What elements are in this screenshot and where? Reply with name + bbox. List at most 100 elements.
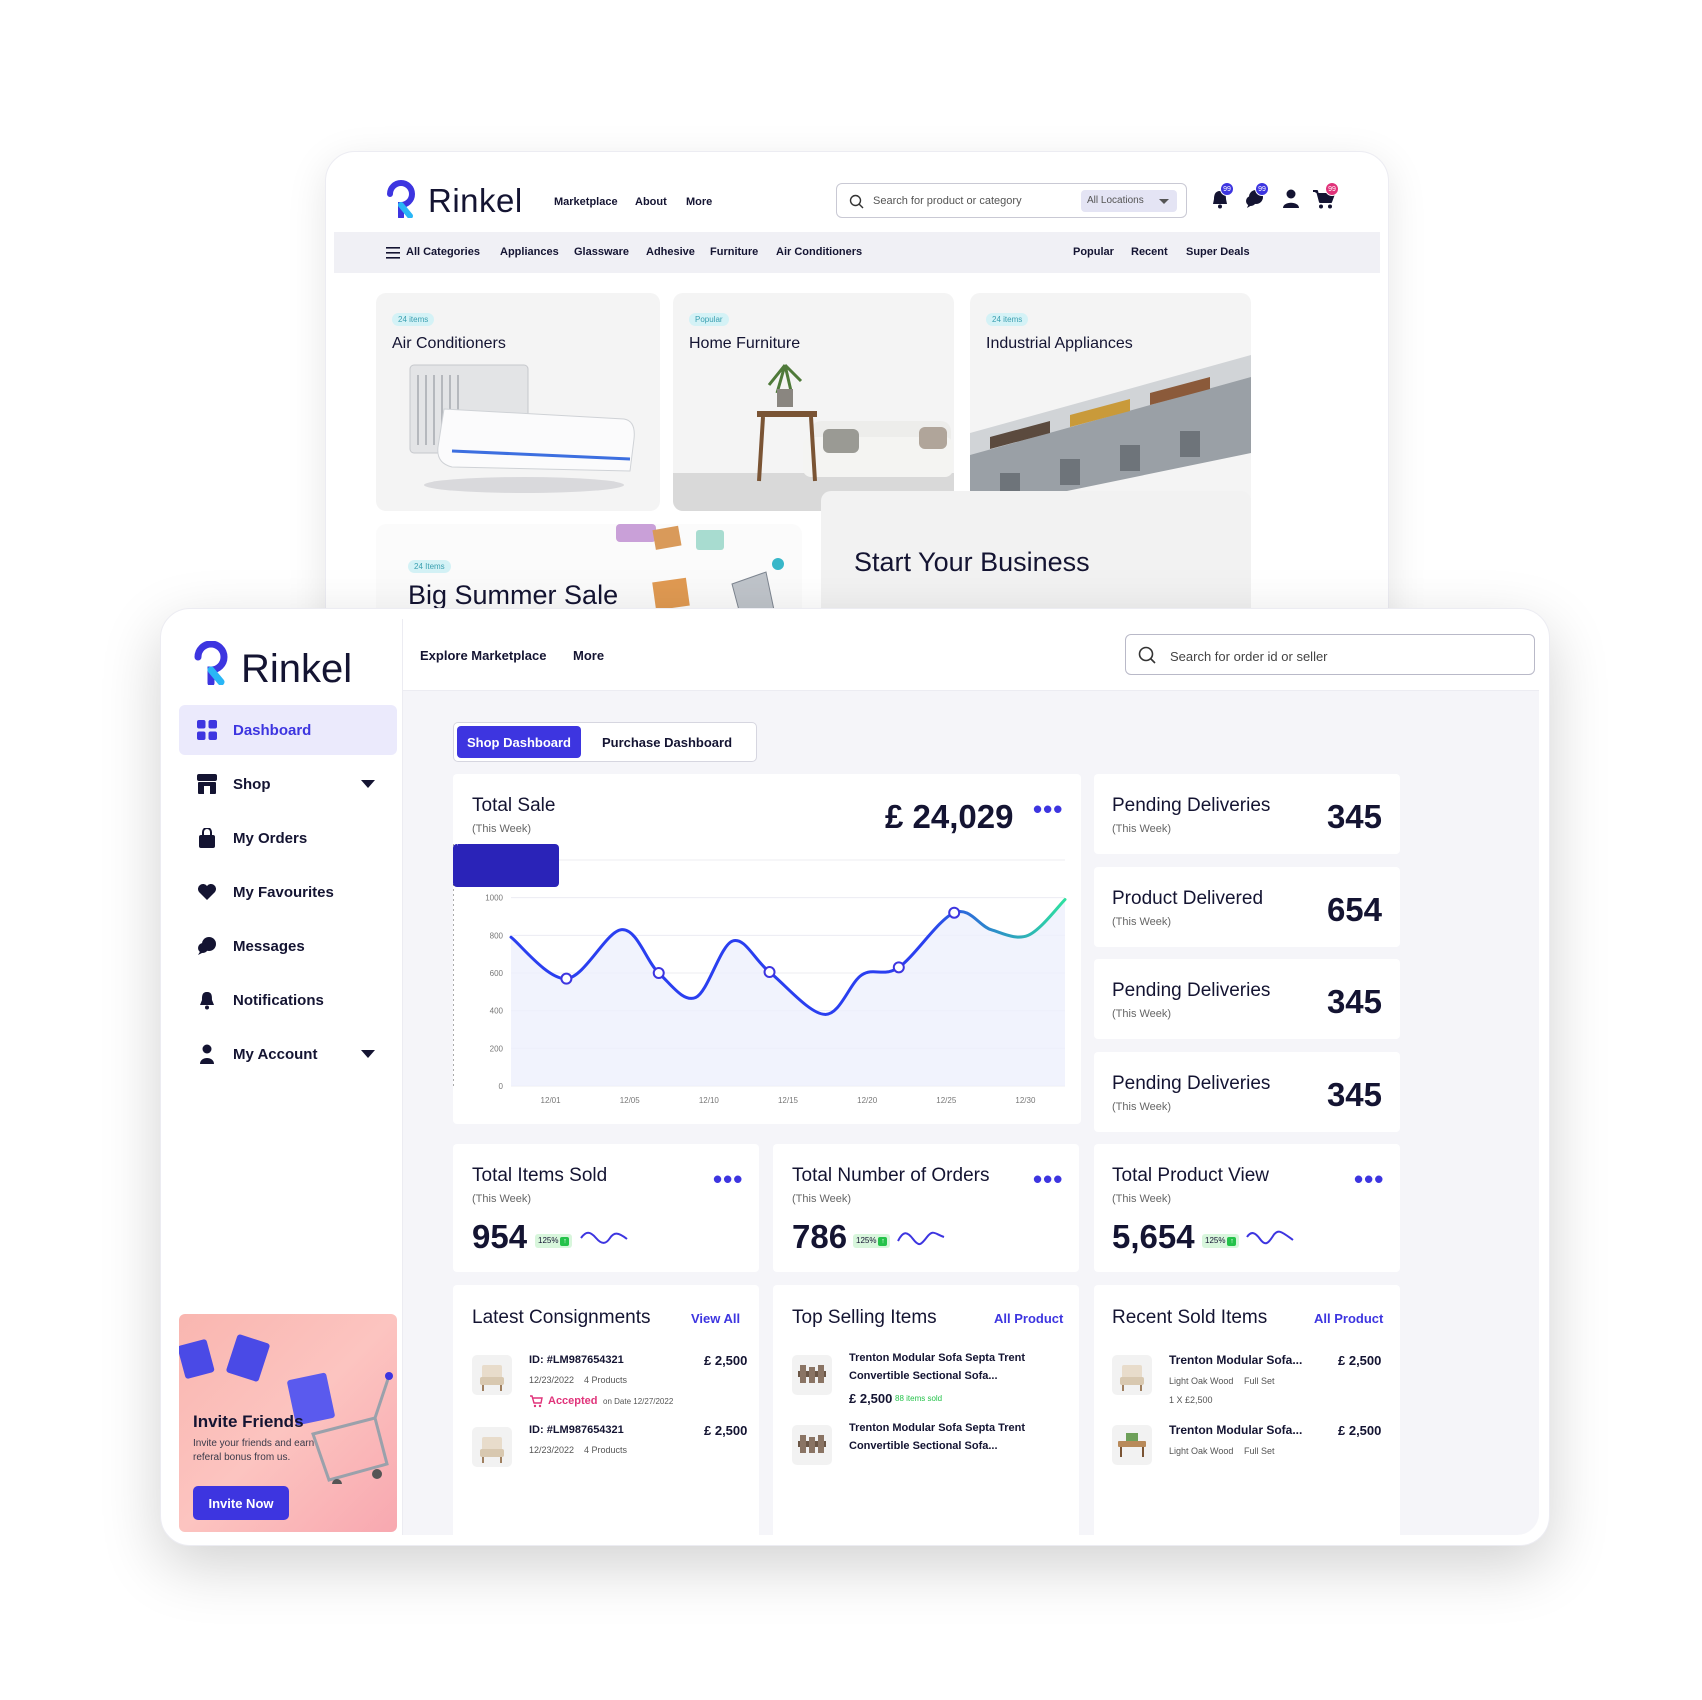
x-tick-label: 12/01: [541, 1096, 562, 1105]
chair-image: [1120, 1365, 1144, 1391]
card-subtitle: (This Week): [472, 823, 532, 835]
consignment-price: £ 2,500: [704, 1353, 748, 1368]
account-button[interactable]: [1280, 188, 1306, 214]
link-recent[interactable]: Recent: [1131, 246, 1168, 258]
category-adhesive[interactable]: Adhesive: [646, 246, 695, 258]
sidebar-item-label: Shop: [233, 776, 271, 793]
card-title: Total Sale: [472, 795, 556, 816]
messages-button[interactable]: 99: [1244, 182, 1270, 214]
sidebar-item-shop[interactable]: Shop: [179, 759, 397, 809]
product-search-box[interactable]: Search for product or category All Locat…: [836, 183, 1187, 218]
product-thumbnail: [792, 1425, 832, 1465]
x-tick-label: 12/05: [620, 1096, 641, 1105]
more-options-icon[interactable]: •••: [1033, 796, 1063, 822]
dining-set-image: [798, 1435, 826, 1453]
product-search-input[interactable]: Search for product or category: [873, 195, 1022, 207]
category-air-conditioners[interactable]: Air Conditioners: [776, 246, 862, 258]
order-search-box[interactable]: Search for order id or seller: [1125, 634, 1535, 675]
notifications-button[interactable]: 99: [1209, 182, 1235, 214]
card-title: Home Furniture: [689, 335, 801, 352]
change-badge: 125% ↑: [1202, 1234, 1240, 1248]
user-icon: [1283, 189, 1299, 208]
dashboard-window: Rinkel Dashboard Shop My Orders My Favou…: [160, 608, 1550, 1546]
cart-count-badge: 99: [1325, 182, 1339, 196]
brand-name[interactable]: Rinkel: [428, 182, 523, 220]
more-options-icon[interactable]: •••: [713, 1166, 743, 1192]
sidebar-item-messages[interactable]: Messages: [179, 921, 397, 971]
product-thumbnail: [1112, 1425, 1152, 1465]
menu-icon[interactable]: [386, 247, 400, 259]
category-card-air-conditioners[interactable]: 24 items Air Conditioners: [376, 293, 660, 511]
data-point-marker: [948, 906, 961, 919]
item-name: Trenton Modular Sofa...: [1169, 1423, 1303, 1437]
area-fill: [511, 899, 1065, 1086]
sparkline: [580, 1231, 628, 1244]
nav-explore-marketplace[interactable]: Explore Marketplace: [420, 648, 546, 663]
cart-button[interactable]: 99: [1312, 182, 1339, 214]
nav-more[interactable]: More: [686, 196, 712, 208]
category-card-industrial-appliances[interactable]: 24 items Industrial Appliances: [970, 293, 1251, 511]
order-search-input[interactable]: Search for order id or seller: [1170, 649, 1328, 664]
chevron-down-icon[interactable]: [361, 780, 375, 788]
link-popular[interactable]: Popular: [1073, 246, 1114, 258]
y-tick-label: 800: [490, 931, 504, 940]
sparkline: [1246, 1230, 1294, 1245]
x-tick-label: 12/25: [936, 1096, 957, 1105]
bag-icon: [199, 828, 215, 848]
search-icon: [849, 194, 864, 209]
tab-purchase-dashboard[interactable]: Purchase Dashboard: [584, 726, 750, 758]
stat-subtitle: (This Week): [1112, 916, 1172, 928]
nav-more[interactable]: More: [573, 648, 604, 663]
stat-card: Pending Deliveries (This Week) 345: [1094, 774, 1400, 854]
sidebar-item-my-favourites[interactable]: My Favourites: [179, 867, 397, 917]
x-tick-label: 12/15: [778, 1096, 799, 1105]
category-glassware[interactable]: Glassware: [574, 246, 629, 258]
tab-shop-dashboard[interactable]: Shop Dashboard: [457, 726, 581, 758]
rinkel-logo-icon: [194, 641, 228, 685]
view-all-link[interactable]: View All: [691, 1311, 740, 1326]
sidebar-item-my-account[interactable]: My Account: [179, 1029, 397, 1079]
stat-value: 345: [1326, 1076, 1382, 1113]
all-product-link[interactable]: All Product: [1314, 1311, 1383, 1326]
stat-title: Pending Deliveries: [1112, 980, 1271, 1001]
nav-marketplace[interactable]: Marketplace: [554, 196, 618, 208]
product-thumbnail: [792, 1355, 832, 1395]
x-tick-label: 12/30: [1015, 1096, 1036, 1105]
all-product-link[interactable]: All Product: [994, 1311, 1063, 1326]
brand-name[interactable]: Rinkel: [241, 647, 352, 692]
more-options-icon[interactable]: •••: [1033, 1166, 1063, 1192]
more-options-icon[interactable]: •••: [1354, 1166, 1384, 1192]
sidebar-item-notifications[interactable]: Notifications: [179, 975, 397, 1025]
heart-icon: [198, 884, 216, 900]
recent-sold-items-card: Recent Sold Items All Product Trenton Mo…: [1094, 1285, 1400, 1535]
product-thumbnail: [472, 1427, 512, 1467]
chevron-down-icon[interactable]: [361, 1050, 375, 1058]
sparkline: [897, 1231, 945, 1245]
sidebar-item-my-orders[interactable]: My Orders: [179, 813, 397, 863]
location-select[interactable]: All Locations: [1081, 190, 1177, 212]
invite-now-button[interactable]: Invite Now: [193, 1486, 289, 1520]
category-appliances[interactable]: Appliances: [500, 246, 559, 258]
kpi-card-total-items-sold: Total Items Sold (This Week) ••• 954 125…: [453, 1144, 759, 1272]
category-card-home-furniture[interactable]: Popular Home Furniture: [673, 293, 954, 511]
sidebar-item-dashboard[interactable]: Dashboard: [179, 705, 397, 755]
category-furniture[interactable]: Furniture: [710, 246, 758, 258]
card-chip: 24 items: [986, 313, 1029, 326]
item-name-line1: Trenton Modular Sofa Septa Trent: [849, 1422, 1026, 1434]
user-icon: [200, 1044, 214, 1064]
tooltip-value: £ 605: [453, 844, 469, 847]
sidebar: Rinkel Dashboard Shop My Orders My Favou…: [171, 619, 403, 1535]
stat-title: Pending Deliveries: [1112, 1073, 1271, 1094]
total-sale-card: Total Sale (This Week) £ 24,029 ••• 0 200…: [453, 774, 1081, 1124]
link-super-deals[interactable]: Super Deals: [1186, 246, 1250, 258]
data-point-marker: [763, 966, 776, 979]
dashboard-content: Shop Dashboard Purchase Dashboard Total …: [403, 691, 1539, 1535]
tooltip-box: [453, 844, 559, 887]
chair-image: [480, 1365, 504, 1391]
dashboard-viewport: Rinkel Dashboard Shop My Orders My Favou…: [171, 619, 1539, 1535]
all-categories-link[interactable]: All Categories: [406, 246, 480, 258]
y-tick-label: 0: [499, 1082, 504, 1091]
consignment-price: £ 2,500: [704, 1423, 748, 1438]
nav-about[interactable]: About: [635, 196, 667, 208]
consignment-products: 4 Products: [584, 1375, 628, 1385]
